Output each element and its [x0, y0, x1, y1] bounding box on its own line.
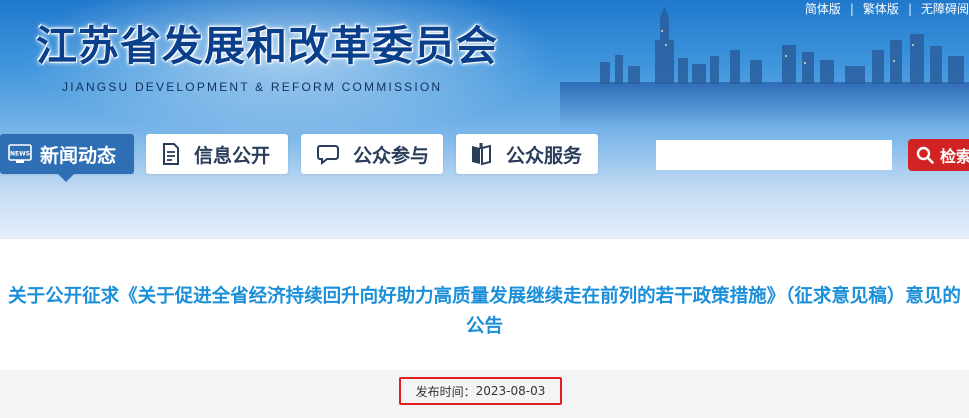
separator: |	[849, 2, 854, 16]
document-icon	[162, 143, 180, 165]
article-title: 关于公开征求《关于促进全省经济持续回升向好助力高质量发展继续走在前列的若干政策措…	[8, 286, 961, 337]
search-button[interactable]: 检索	[908, 139, 969, 171]
chat-icon	[317, 143, 341, 165]
nav-tab-info-disclosure[interactable]: 信息公开	[146, 134, 288, 174]
nav-tab-public-participation[interactable]: 公众参与	[301, 134, 443, 174]
top-links: 简体版 | 繁体版 | 无障碍阅	[805, 0, 969, 17]
book-icon	[470, 143, 492, 165]
publish-date: 2023-08-03	[475, 384, 546, 398]
nav-tab-label: 信息公开	[194, 144, 271, 167]
separator: |	[907, 2, 912, 16]
content-divider	[0, 238, 969, 239]
news-badge: NEWS	[10, 151, 30, 158]
publish-time-box: 发布时间： 2023-08-03	[399, 377, 562, 405]
nav-tab-news[interactable]: NEWS 新闻动态	[0, 134, 134, 174]
simplified-chinese-link[interactable]: 简体版	[805, 0, 841, 17]
search-input[interactable]	[656, 140, 892, 170]
active-tab-pointer	[58, 174, 74, 182]
site-title: 江苏省发展和改革委员会	[36, 22, 498, 70]
accessibility-link[interactable]: 无障碍阅	[921, 0, 969, 17]
nav-tab-label: 新闻动态	[40, 144, 117, 167]
news-icon: NEWS	[8, 144, 32, 164]
traditional-chinese-link[interactable]: 繁体版	[863, 0, 899, 17]
nav-tab-label: 公众服务	[506, 144, 583, 167]
publish-time-label: 发布时间：	[415, 384, 476, 399]
city-skyline-image	[600, 6, 964, 84]
nav-tab-public-service[interactable]: 公众服务	[456, 134, 598, 174]
nav-tab-label: 公众参与	[353, 144, 430, 167]
search-button-label: 检索	[940, 147, 969, 166]
search-icon	[916, 146, 934, 164]
site-subtitle: JIANGSU DEVELOPMENT & REFORM COMMISSION	[62, 80, 443, 94]
header-banner: 江苏省发展和改革委员会 JIANGSU DEVELOPMENT & REFORM…	[0, 0, 969, 238]
